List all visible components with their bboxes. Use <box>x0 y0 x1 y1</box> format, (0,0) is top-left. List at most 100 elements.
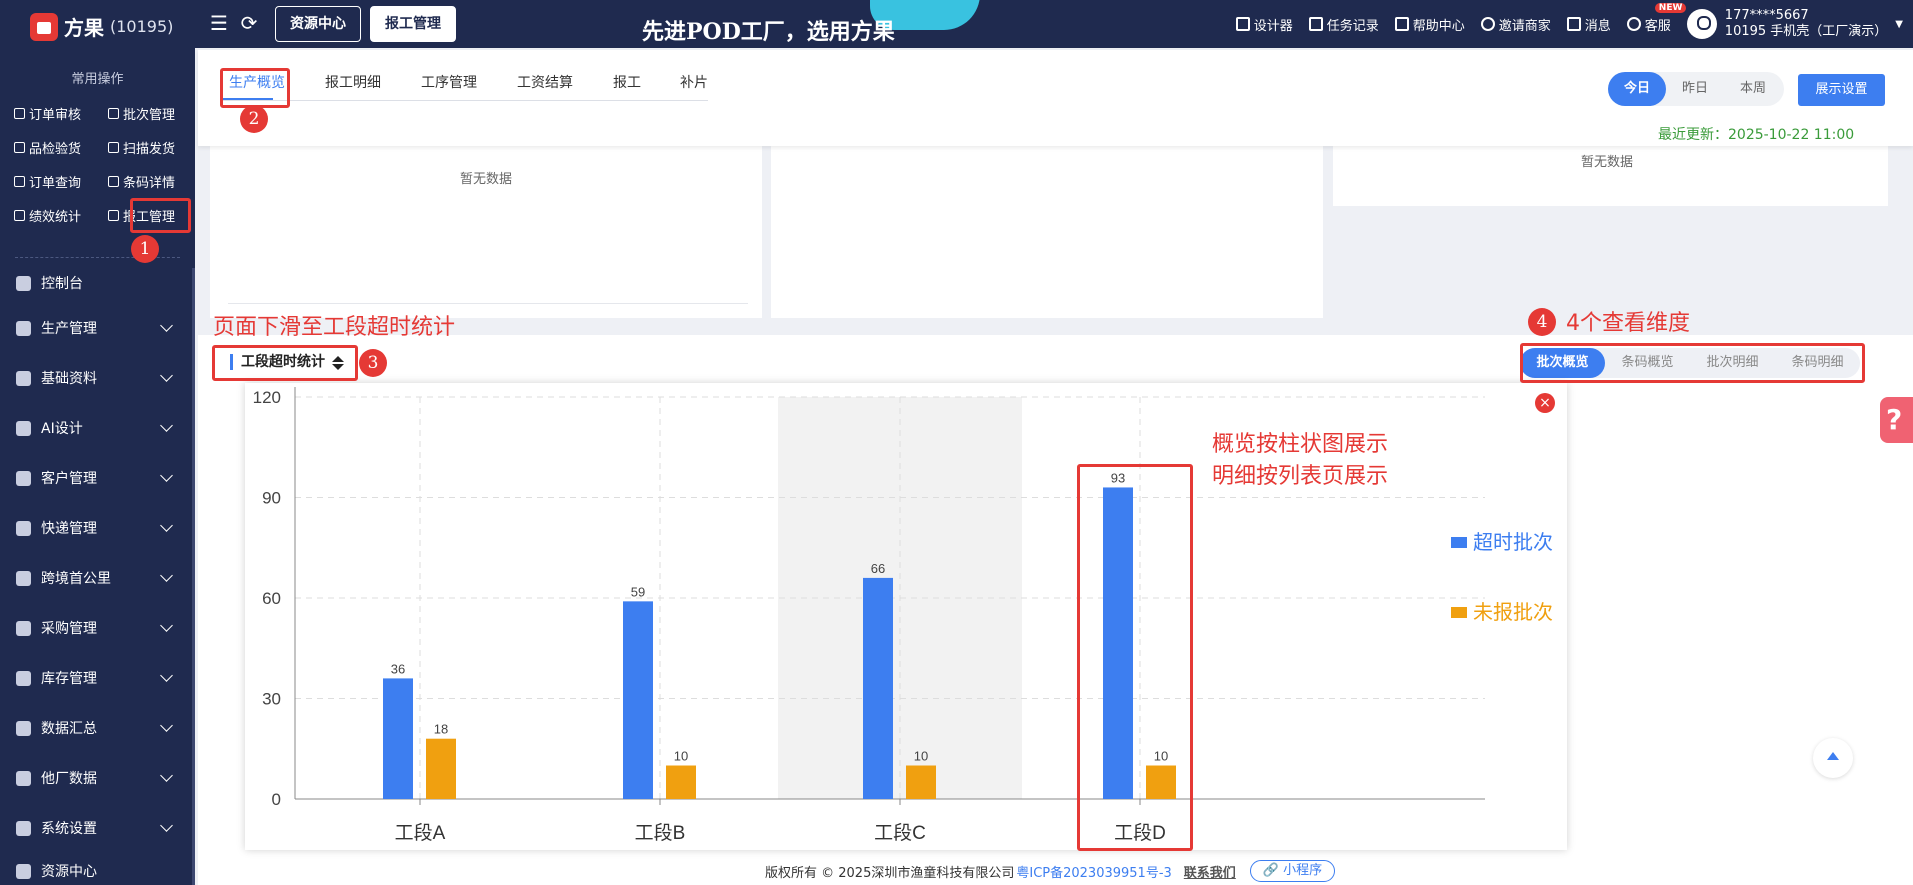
top-right-nav: 设计器 任务记录 帮助中心 邀请商家 消息 客服 NEW 177****5667 … <box>1235 0 1913 48</box>
tab-report[interactable]: 报工 <box>613 72 641 92</box>
list-icon <box>1308 17 1323 31</box>
sidebar-item-purchase[interactable]: 采购管理 <box>0 613 195 643</box>
contact-link[interactable]: 联系我们 <box>1184 862 1236 881</box>
chevron-down-icon <box>160 719 173 732</box>
sidebar-item-data-summary[interactable]: 数据汇总 <box>0 713 195 743</box>
quick-scan-ship[interactable]: 扫描发货 <box>108 138 175 157</box>
message-icon <box>1566 17 1581 31</box>
chevron-down-icon <box>160 569 173 582</box>
customer-service-link[interactable]: 客服 NEW <box>1626 2 1687 34</box>
y-tick-label: 0 <box>272 790 281 809</box>
sidebar-item-resource-center[interactable]: 资源中心 <box>0 856 195 885</box>
annotation-num-1: 1 <box>131 235 159 263</box>
check-icon <box>14 108 25 119</box>
data-label: 10 <box>674 749 688 764</box>
logo-icon <box>30 12 58 41</box>
sidebar-item-inventory[interactable]: 库存管理 <box>0 663 195 693</box>
quick-actions-title: 常用操作 <box>71 72 124 87</box>
tab-patch[interactable]: 补片 <box>680 72 708 92</box>
data-label: 66 <box>871 561 885 576</box>
sidebar-item-production[interactable]: 生产管理 <box>0 313 195 343</box>
quick-order-query[interactable]: 订单查询 <box>14 172 81 191</box>
bar-overtime <box>383 678 413 799</box>
user-avatar[interactable] <box>1686 9 1717 39</box>
quick-performance-stats[interactable]: 绩效统计 <box>14 206 81 225</box>
chart-icon <box>14 210 25 221</box>
inspect-icon <box>14 142 25 153</box>
designer-link[interactable]: 设计器 <box>1235 15 1293 34</box>
sidebar-item-basic-data[interactable]: 基础资料 <box>0 363 195 393</box>
page-header: 生产概览 报工明细 工序管理 工资结算 报工 补片 今日 昨日 本周 展示设置 … <box>198 50 1913 146</box>
app-logo[interactable]: 方果 (10195) <box>30 12 173 41</box>
chevron-down-icon <box>160 669 173 682</box>
search-icon <box>14 176 25 187</box>
annotation-box-2 <box>220 68 290 108</box>
period-today-button[interactable]: 今日 <box>1608 72 1666 106</box>
legend-swatch <box>1451 607 1467 618</box>
annotation-num-4: 4 <box>1528 308 1556 336</box>
annotation-box-1 <box>130 198 191 233</box>
chevron-down-icon[interactable]: ▼ <box>1895 19 1903 30</box>
y-tick-label: 60 <box>262 589 281 608</box>
quick-quality-check[interactable]: 品检验货 <box>14 138 81 157</box>
sidebar-item-customers[interactable]: 客户管理 <box>0 463 195 493</box>
legend-label: 超时批次 <box>1473 530 1553 554</box>
annotation-box-4 <box>1520 343 1865 383</box>
annotation-box-3 <box>212 345 358 381</box>
database-icon <box>16 370 31 386</box>
image-icon <box>1235 17 1250 31</box>
quick-batch-management[interactable]: 批次管理 <box>108 104 175 123</box>
close-icon[interactable]: × <box>1535 393 1555 413</box>
tab-wage-settlement[interactable]: 工资结算 <box>517 72 573 92</box>
scan-icon <box>108 142 119 153</box>
purchase-icon <box>16 620 31 636</box>
y-tick-label: 120 <box>253 388 281 407</box>
chevron-down-icon <box>160 519 173 532</box>
menu-toggle-icon[interactable]: ☰ <box>208 12 230 34</box>
barcode-icon <box>108 176 119 187</box>
messages-link[interactable]: 消息 <box>1566 15 1611 34</box>
stat-card-1: 暂无数据 <box>210 146 762 318</box>
quick-barcode-details[interactable]: 条码详情 <box>108 172 175 191</box>
stat-card-3: 暂无数据 <box>1333 146 1888 206</box>
period-yesterday-button[interactable]: 昨日 <box>1666 72 1724 106</box>
annotation-dims-hint: 4个查看维度 <box>1566 311 1690 336</box>
sidebar-item-cross-border[interactable]: 跨境首公里 <box>0 563 195 593</box>
invite-merchant-link[interactable]: 邀请商家 <box>1480 15 1551 34</box>
y-tick-label: 30 <box>262 690 281 709</box>
refresh-icon[interactable]: ⟳ <box>238 12 260 34</box>
task-record-link[interactable]: 任务记录 <box>1308 15 1379 34</box>
resource-icon <box>16 863 31 879</box>
data-label: 59 <box>631 584 645 599</box>
factory-icon <box>16 320 31 336</box>
x-tick-label: 工段B <box>635 822 686 844</box>
help-center-link[interactable]: 帮助中心 <box>1394 15 1465 34</box>
data-label: 10 <box>914 749 928 764</box>
warehouse-icon <box>16 670 31 686</box>
link-icon: 🔗 <box>1262 863 1279 878</box>
back-to-top-button[interactable] <box>1813 738 1853 778</box>
stat-card-2 <box>771 146 1323 318</box>
sidebar-item-other-factory[interactable]: 他厂数据 <box>0 763 195 793</box>
user-account: 10195 手机壳（工厂演示） <box>1724 24 1888 39</box>
icp-link[interactable]: 粤ICP备2023039951号-3 <box>1016 862 1171 881</box>
sidebar-item-ai-design[interactable]: AI设计 <box>0 413 195 443</box>
user-info[interactable]: 177****5667 10195 手机壳（工厂演示） <box>1725 8 1888 40</box>
sidebar-item-console[interactable]: 控制台 <box>0 268 195 298</box>
tab-process-management[interactable]: 工序管理 <box>421 72 477 92</box>
top-bar: 方果 (10195) ☰ ⟳ 资源中心 报工管理 先进POD工厂，选用方果 设计… <box>0 0 1913 48</box>
tab-report-management[interactable]: 报工管理 <box>370 6 456 42</box>
help-float-button[interactable]: ? <box>1880 397 1913 443</box>
sidebar-scrollbar[interactable] <box>192 268 195 885</box>
card-divider <box>228 303 748 304</box>
sidebar-item-express[interactable]: 快递管理 <box>0 513 195 543</box>
tab-resource-center[interactable]: 资源中心 <box>275 6 361 42</box>
last-updated-text: 最近更新：2025-10-22 11:00 <box>1658 127 1855 143</box>
period-week-button[interactable]: 本周 <box>1724 72 1782 106</box>
sidebar-item-settings[interactable]: 系统设置 <box>0 813 195 843</box>
mini-program-button[interactable]: 🔗 小程序 <box>1249 860 1336 882</box>
quick-order-review[interactable]: 订单审核 <box>14 104 81 123</box>
display-settings-button[interactable]: 展示设置 <box>1798 74 1885 106</box>
x-tick-label: 工段A <box>395 822 446 844</box>
tab-report-details[interactable]: 报工明细 <box>325 72 381 92</box>
